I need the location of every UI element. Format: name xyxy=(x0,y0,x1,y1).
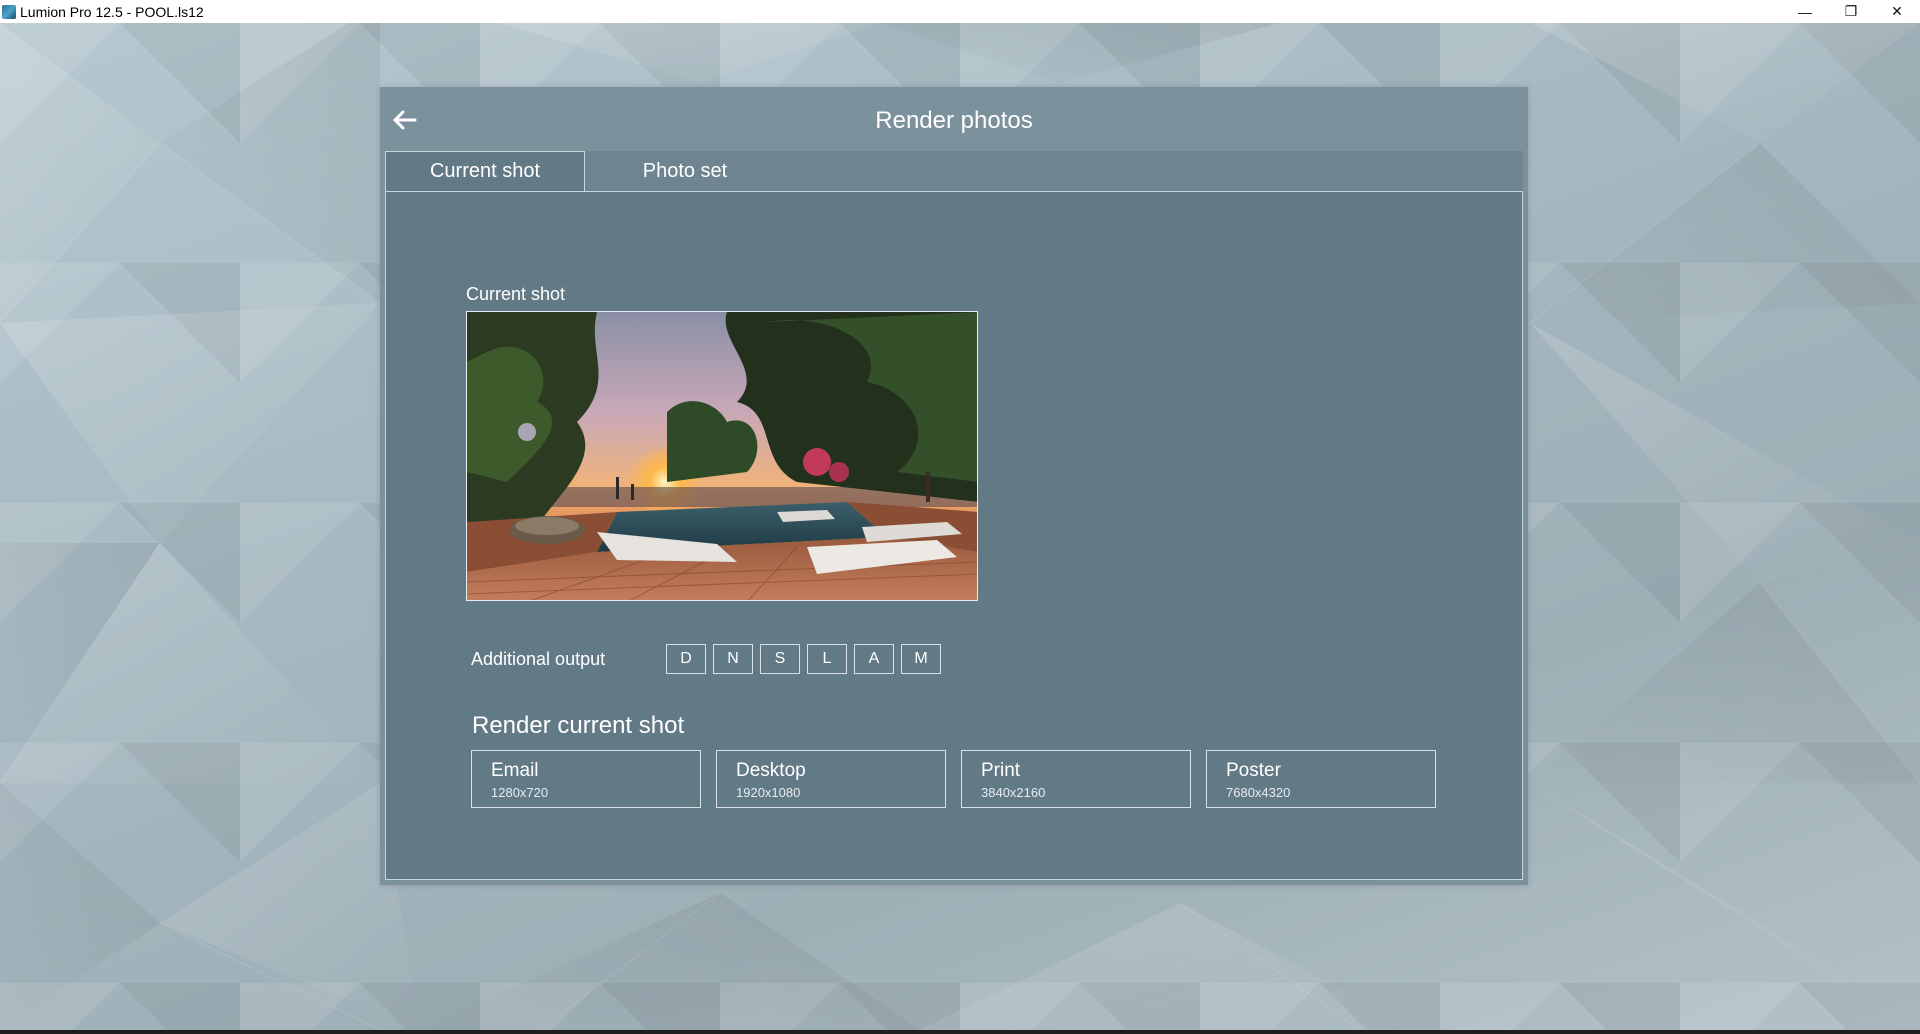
output-a-button[interactable]: A xyxy=(854,644,894,674)
current-shot-panel: Current shot Additional output D N S L A… xyxy=(385,191,1523,880)
window-controls: — ❐ ✕ xyxy=(1782,0,1920,23)
output-s-button[interactable]: S xyxy=(760,644,800,674)
window-title: Lumion Pro 12.5 - POOL.ls12 xyxy=(20,3,204,20)
dialog-title: Render photos xyxy=(875,107,1033,134)
tab-photo-set[interactable]: Photo set xyxy=(585,151,785,191)
resolution-size: 1280x720 xyxy=(491,785,549,800)
tab-current-shot[interactable]: Current shot xyxy=(385,151,585,191)
lumion-app-icon xyxy=(2,4,16,19)
minimize-button[interactable]: — xyxy=(1782,0,1828,23)
window-titlebar: Lumion Pro 12.5 - POOL.ls12 — ❐ ✕ xyxy=(0,0,1920,23)
tab-strip: Current shot Photo set xyxy=(385,151,1523,191)
resolution-size: 7680x4320 xyxy=(1226,785,1291,800)
preview-label: Current shot xyxy=(466,284,566,304)
restore-button[interactable]: ❐ xyxy=(1828,0,1874,23)
output-n-button[interactable]: N xyxy=(713,644,753,674)
output-m-button[interactable]: M xyxy=(901,644,941,674)
taskbar-edge xyxy=(0,1030,1920,1034)
close-button[interactable]: ✕ xyxy=(1874,0,1920,23)
render-print-button[interactable]: Print 3840x2160 xyxy=(961,750,1191,808)
resolution-name: Email xyxy=(491,760,539,781)
resolution-name: Poster xyxy=(1226,760,1281,781)
render-poster-button[interactable]: Poster 7680x4320 xyxy=(1206,750,1436,808)
resolution-size: 1920x1080 xyxy=(736,785,801,800)
render-photos-dialog: Render photos Current shot Photo set Cur… xyxy=(380,87,1528,885)
output-d-button[interactable]: D xyxy=(666,644,706,674)
render-desktop-button[interactable]: Desktop 1920x1080 xyxy=(716,750,946,808)
resolution-name: Desktop xyxy=(736,760,806,781)
render-email-button[interactable]: Email 1280x720 xyxy=(471,750,701,808)
additional-output-label: Additional output xyxy=(471,649,606,669)
resolution-name: Print xyxy=(981,760,1021,781)
output-l-button[interactable]: L xyxy=(807,644,847,674)
preview-image xyxy=(467,312,977,600)
render-current-shot-heading: Render current shot xyxy=(472,712,685,739)
current-shot-preview xyxy=(466,311,978,601)
resolution-size: 3840x2160 xyxy=(981,785,1046,800)
